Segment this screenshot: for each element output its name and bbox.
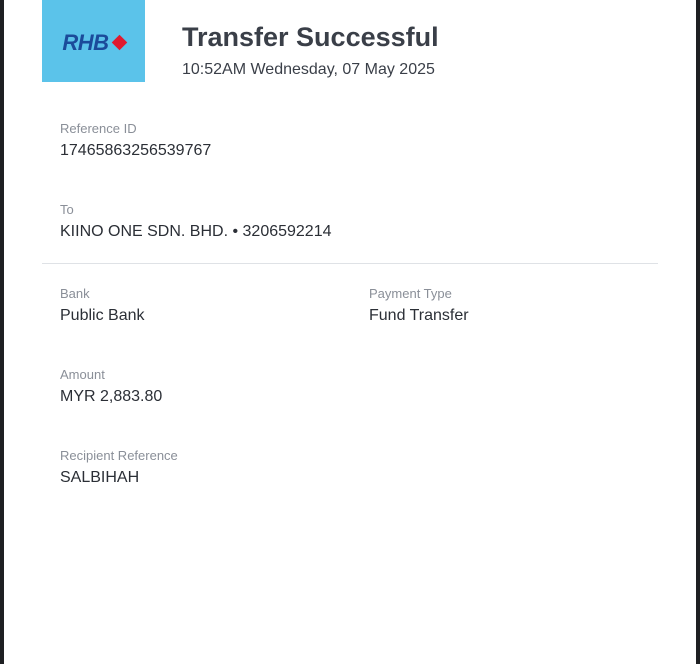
page-title: Transfer Successful bbox=[182, 22, 439, 52]
reference-id-value: 17465863256539767 bbox=[60, 142, 212, 159]
reference-id-label: Reference ID bbox=[60, 121, 137, 136]
transfer-receipt: RHB Transfer Successful 10:52AM Wednesda… bbox=[0, 0, 700, 664]
recipient-label: To bbox=[60, 202, 74, 217]
payment-type-value: Fund Transfer bbox=[369, 307, 469, 324]
section-divider bbox=[42, 263, 658, 264]
recipient-reference-value: SALBIHAH bbox=[60, 469, 140, 486]
amount-value: MYR 2,883.80 bbox=[60, 388, 163, 405]
bank-label: Bank bbox=[60, 286, 90, 301]
payment-type-label: Payment Type bbox=[369, 286, 452, 301]
frame-edge-left bbox=[0, 0, 4, 664]
recipient-value: KIINO ONE SDN. BHD. • 3206592214 bbox=[60, 223, 332, 240]
rhb-logo: RHB bbox=[42, 0, 145, 82]
amount-label: Amount bbox=[60, 367, 105, 382]
transfer-timestamp: 10:52AM Wednesday, 07 May 2025 bbox=[182, 61, 435, 78]
recipient-reference-label: Recipient Reference bbox=[60, 448, 178, 463]
rhb-logo-text: RHB bbox=[62, 30, 109, 55]
frame-edge-right bbox=[696, 0, 700, 664]
rhb-diamond-icon bbox=[111, 34, 127, 50]
bank-value: Public Bank bbox=[60, 307, 145, 324]
